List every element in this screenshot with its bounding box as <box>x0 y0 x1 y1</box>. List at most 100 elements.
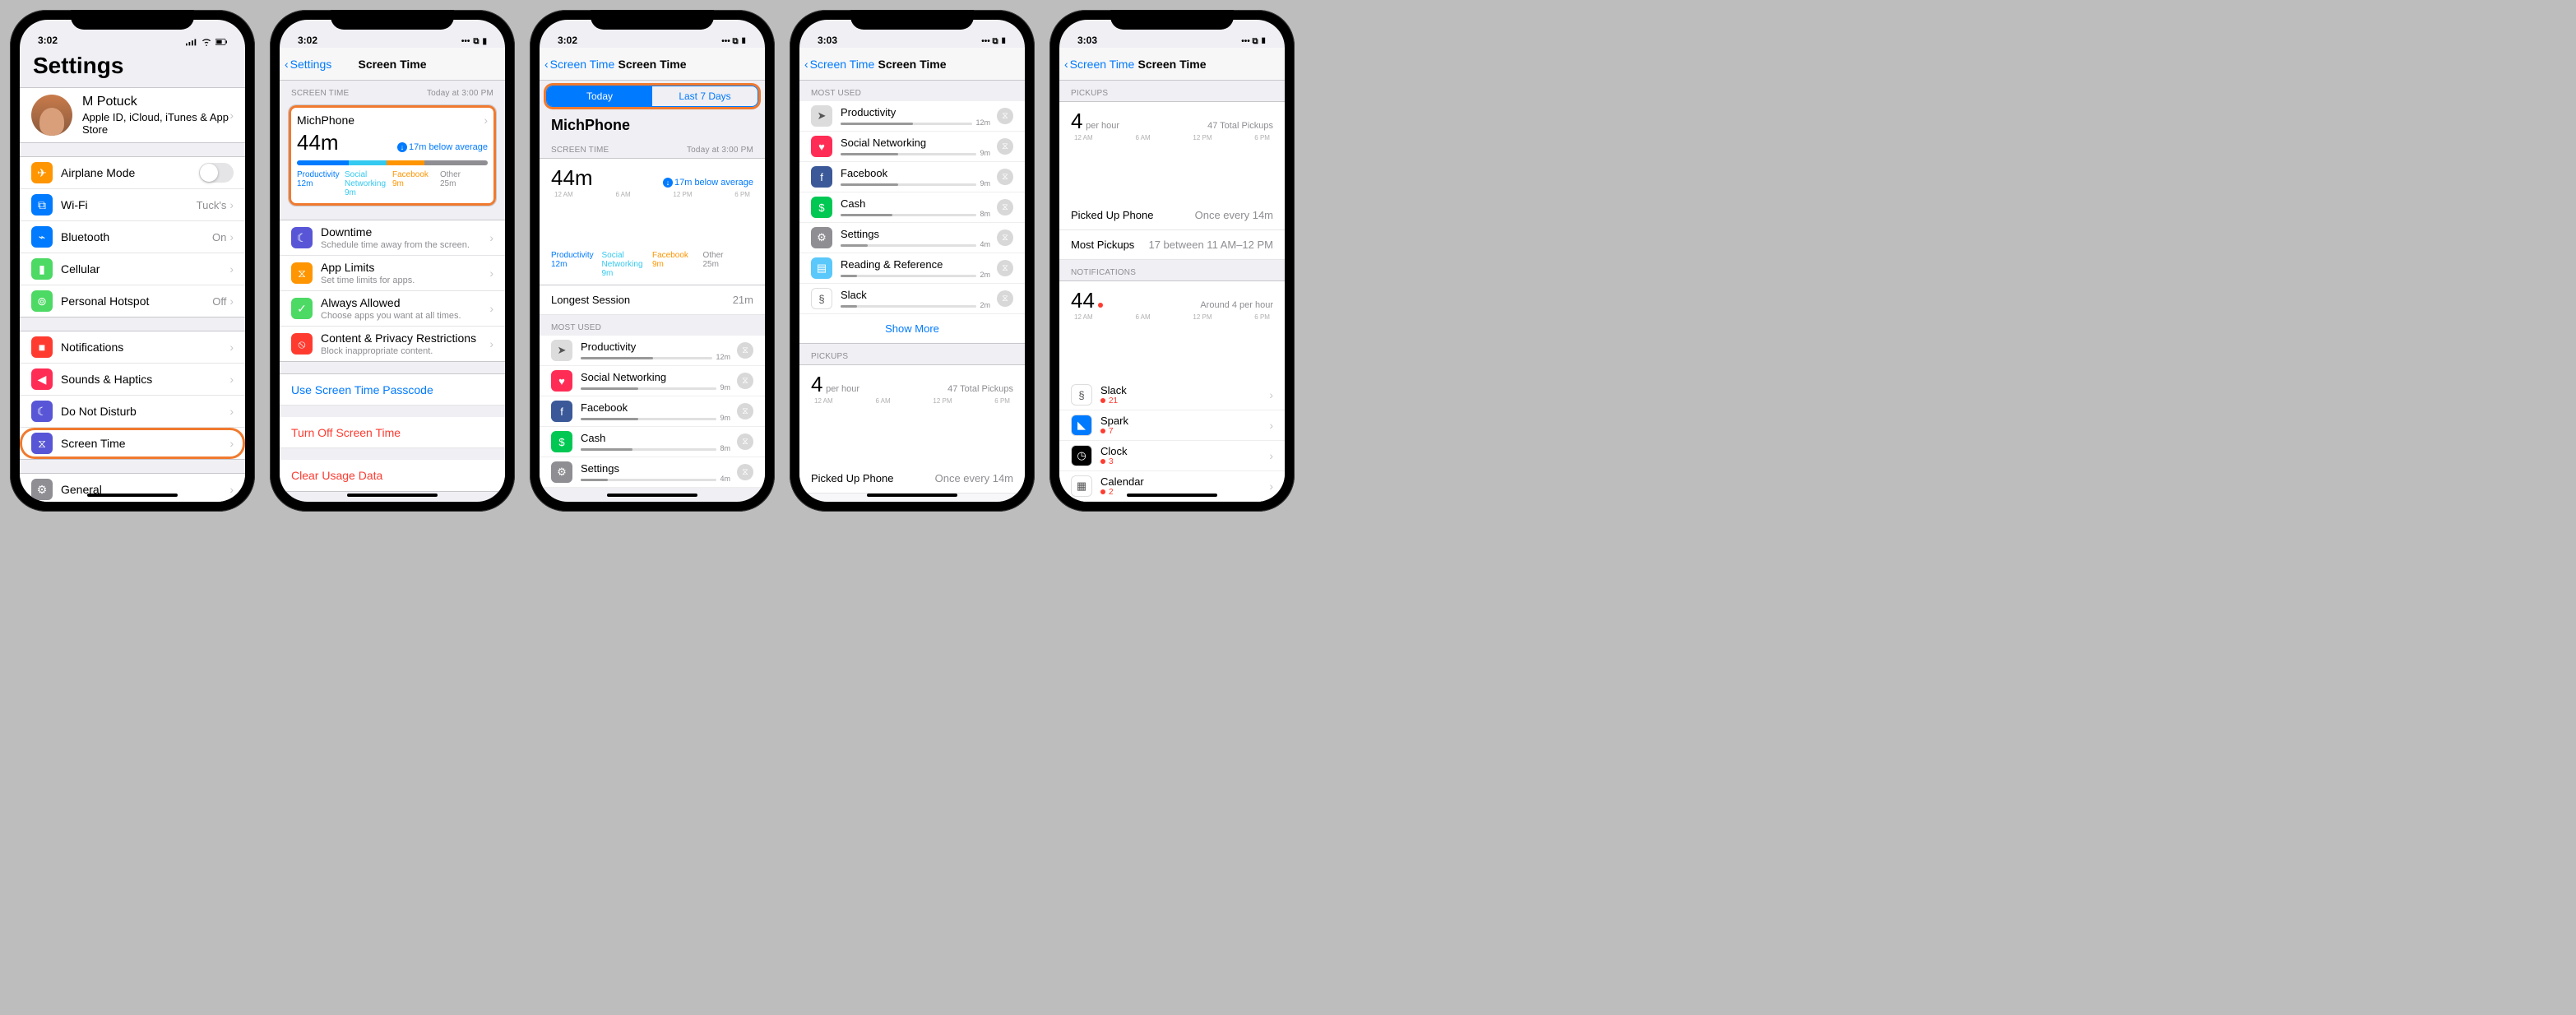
notif-row-spark[interactable]: ◣Spark7› <box>1059 410 1285 441</box>
home-indicator[interactable] <box>1127 494 1217 497</box>
limit-icon[interactable]: ⧖ <box>997 290 1013 307</box>
link-use-screen-time-passcode[interactable]: Use Screen Time Passcode <box>280 374 505 406</box>
nav-bar: ‹ Screen Time Screen Time <box>1059 48 1285 81</box>
limit-icon[interactable]: ⧖ <box>997 229 1013 246</box>
gear-icon: ⚙ <box>811 227 832 248</box>
most-pickups-row[interactable]: Most Pickups 17 between 11 AM–12 PM <box>1059 230 1285 260</box>
slack-icon: § <box>1071 384 1092 406</box>
usage-summary-card[interactable]: MichPhone › 44m ↓17m below average Produ… <box>288 104 497 206</box>
seg-last-7[interactable]: Last 7 Days <box>652 86 758 106</box>
settings-row-bluetooth[interactable]: ⌁BluetoothOn› <box>20 221 245 253</box>
picked-up-label: Picked Up Phone <box>1071 209 1153 221</box>
app-duration: 9m <box>980 149 990 157</box>
limit-icon[interactable]: ⧖ <box>997 108 1013 124</box>
app-row-settings[interactable]: ⚙Settings4m⧖ <box>540 457 765 488</box>
app-row-productivity[interactable]: ➤Productivity12m⧖ <box>540 336 765 366</box>
section-header-pickups: PICKUPS <box>1059 81 1285 101</box>
link-clear-usage-data[interactable]: Clear Usage Data <box>280 460 505 491</box>
app-row-facebook[interactable]: fFacebook9m⧖ <box>540 396 765 427</box>
screen-time-content[interactable]: SCREEN TIME Today at 3:00 PM MichPhone ›… <box>280 81 505 502</box>
app-name: Facebook <box>841 167 990 179</box>
pickups-total: 47 Total Pickups <box>1207 121 1273 131</box>
settings-row-screen-time[interactable]: ⧖Screen Time› <box>20 428 245 459</box>
scrolled-content[interactable]: MOST USED ➤Productivity12m⧖♥Social Netwo… <box>799 81 1025 502</box>
limit-icon[interactable]: ⧖ <box>737 403 753 419</box>
check-icon: ✓ <box>291 298 313 319</box>
nav-bar: ‹ Screen Time Screen Time <box>799 48 1025 81</box>
toggle[interactable] <box>199 163 234 183</box>
settings-row-airplane-mode[interactable]: ✈Airplane Mode <box>20 157 245 189</box>
limit-icon[interactable]: ⧖ <box>997 169 1013 185</box>
link-turn-off-screen-time[interactable]: Turn Off Screen Time <box>280 417 505 448</box>
option-app-limits[interactable]: ⧖App LimitsSet time limits for apps.› <box>280 256 505 291</box>
notif-row-clock[interactable]: ◷Clock3› <box>1059 441 1285 471</box>
option-always-allowed[interactable]: ✓Always AllowedChoose apps you want at a… <box>280 291 505 327</box>
limit-icon[interactable]: ⧖ <box>737 464 753 480</box>
settings-row-notifications[interactable]: ■Notifications› <box>20 331 245 364</box>
app-row-social-networking[interactable]: ♥Social Networking9m⧖ <box>540 366 765 396</box>
section-header-most-used: MOST USED <box>799 81 1025 101</box>
settings-row-general[interactable]: ⚙General› <box>20 474 245 502</box>
home-indicator[interactable] <box>87 494 178 497</box>
arrow-down-icon: ↓ <box>663 178 673 188</box>
settings-list[interactable]: M Potuck Apple ID, iCloud, iTunes & App … <box>20 87 245 502</box>
app-row-reading-reference[interactable]: ▤Reading & Reference2m⧖ <box>799 253 1025 284</box>
limit-icon[interactable]: ⧖ <box>737 342 753 359</box>
limit-icon[interactable]: ⧖ <box>997 199 1013 216</box>
settings-row-cellular[interactable]: ▮Cellular› <box>20 253 245 285</box>
picked-up-row[interactable]: Picked Up Phone Once every 14m <box>799 464 1025 494</box>
limit-icon[interactable]: ⧖ <box>737 433 753 450</box>
slack-icon: § <box>811 288 832 309</box>
pickups-rate: 4 per hour <box>1071 109 1119 134</box>
options-group: ☾DowntimeSchedule time away from the scr… <box>280 220 505 362</box>
longest-session-row[interactable]: Longest Session 21m <box>540 285 765 315</box>
screen-settings: 3:02 Settings M Potuck Apple ID, iCloud,… <box>20 20 245 502</box>
category-bar <box>297 160 488 165</box>
notif-count: 3 <box>1100 457 1269 466</box>
device-name: MichPhone <box>297 114 354 127</box>
limit-icon[interactable]: ⧖ <box>997 138 1013 155</box>
settings-row-personal-hotspot[interactable]: ⊚Personal HotspotOff› <box>20 285 245 317</box>
notif-row-slack[interactable]: §Slack21› <box>1059 380 1285 410</box>
app-name: Reading & Reference <box>841 258 990 271</box>
home-indicator[interactable] <box>347 494 438 497</box>
settings-group: ⚙General› <box>20 473 245 502</box>
app-name: Settings <box>581 462 730 475</box>
chevron-right-icon: › <box>484 114 488 127</box>
app-row-settings[interactable]: ⚙Settings4m⧖ <box>799 223 1025 253</box>
notif-count: 44 <box>1071 288 1106 313</box>
option-downtime[interactable]: ☾DowntimeSchedule time away from the scr… <box>280 220 505 256</box>
chart-axis: 12 AM6 AM12 PM6 PM <box>551 191 753 198</box>
apple-id-row[interactable]: M Potuck Apple ID, iCloud, iTunes & App … <box>20 87 245 143</box>
picked-up-row[interactable]: Picked Up Phone Once every 14m <box>1059 201 1285 230</box>
notch <box>591 10 714 30</box>
home-indicator[interactable] <box>867 494 957 497</box>
app-row-productivity[interactable]: ➤Productivity12m⧖ <box>799 101 1025 132</box>
app-row-slack[interactable]: §Slack2m⧖ <box>799 284 1025 314</box>
notch <box>850 10 974 30</box>
settings-row-sounds-haptics[interactable]: ◀Sounds & Haptics› <box>20 364 245 396</box>
limit-icon[interactable]: ⧖ <box>997 260 1013 276</box>
app-row-cash[interactable]: $Cash8m⧖ <box>540 427 765 457</box>
detail-content[interactable]: Today Last 7 Days MichPhone SCREEN TIME … <box>540 81 765 502</box>
picked-up-value: Once every 14m <box>1195 209 1273 221</box>
notch <box>1110 10 1234 30</box>
option-content-privacy-restrictions[interactable]: ⦸Content & Privacy RestrictionsBlock ina… <box>280 327 505 361</box>
notif-app-name: Calendar <box>1100 475 1269 488</box>
signal-icon <box>186 38 197 46</box>
home-indicator[interactable] <box>607 494 697 497</box>
seg-today[interactable]: Today <box>547 86 652 106</box>
app-name: Slack <box>841 289 990 301</box>
app-row-social-networking[interactable]: ♥Social Networking9m⧖ <box>799 132 1025 162</box>
notif-content[interactable]: PICKUPS 4 per hour 47 Total Pickups 12 A… <box>1059 81 1285 502</box>
row-label: Airplane Mode <box>61 166 199 179</box>
notif-row-calendar[interactable]: ▦Calendar2› <box>1059 471 1285 502</box>
settings-row-wi-fi[interactable]: ⧉Wi-FiTuck's› <box>20 189 245 221</box>
block-icon: ⦸ <box>291 333 313 355</box>
limit-icon[interactable]: ⧖ <box>737 373 753 389</box>
show-more-button[interactable]: Show More <box>799 314 1025 344</box>
app-name: Productivity <box>841 106 990 118</box>
app-row-cash[interactable]: $Cash8m⧖ <box>799 192 1025 223</box>
app-row-facebook[interactable]: fFacebook9m⧖ <box>799 162 1025 192</box>
settings-row-do-not-disturb[interactable]: ☾Do Not Disturb› <box>20 396 245 428</box>
